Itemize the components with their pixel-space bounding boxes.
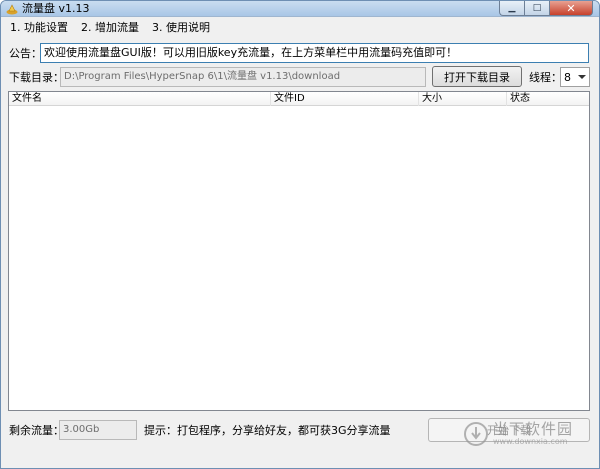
threads-select[interactable]: 8 bbox=[560, 67, 590, 87]
window-title: 流量盘 v1.13 bbox=[22, 2, 90, 15]
remaining-traffic-label: 剩余流量： bbox=[9, 424, 64, 437]
menu-item-add-traffic[interactable]: 2. 增加流量 bbox=[80, 19, 140, 37]
start-download-button[interactable]: 开始下载 bbox=[428, 418, 590, 442]
file-list-header: 文件名 文件ID 大小 状态 bbox=[9, 92, 589, 106]
download-dir-row: 下载目录： bbox=[9, 67, 64, 87]
menu-item-help[interactable]: 3. 使用说明 bbox=[151, 19, 211, 37]
open-download-dir-button[interactable]: 打开下载目录 bbox=[432, 66, 522, 87]
close-button[interactable]: ✕ bbox=[549, 1, 593, 16]
notice-label: 公告： bbox=[9, 47, 42, 60]
app-window: 流量盘 v1.13 ▁ □ ✕ 1. 功能设置 2. 增加流量 3. 使用说明 … bbox=[0, 0, 600, 469]
file-list[interactable]: 文件名 文件ID 大小 状态 bbox=[8, 91, 590, 411]
close-icon: ✕ bbox=[566, 1, 576, 15]
hint-text: 提示：打包程序，分享给好友，都可获3G分享流量 bbox=[144, 424, 391, 437]
menu-bar: 1. 功能设置 2. 增加流量 3. 使用说明 bbox=[1, 18, 599, 38]
column-header-filename[interactable]: 文件名 bbox=[9, 92, 271, 106]
maximize-button[interactable]: □ bbox=[524, 1, 549, 16]
notice-field[interactable]: 欢迎使用流量盘GUI版！可以用旧版key充流量，在上方菜单栏中用流量码充值即可！ bbox=[40, 43, 589, 63]
minimize-button[interactable]: ▁ bbox=[499, 1, 524, 16]
menu-item-settings[interactable]: 1. 功能设置 bbox=[9, 19, 69, 37]
download-dir-label: 下载目录： bbox=[9, 71, 64, 84]
start-download-label: 开始下载 bbox=[487, 424, 531, 437]
threads-row: 线程： bbox=[529, 67, 562, 87]
threads-value: 8 bbox=[564, 70, 571, 84]
column-header-status[interactable]: 状态 bbox=[507, 92, 589, 106]
remaining-traffic-field: 3.00Gb bbox=[59, 420, 137, 440]
maximize-icon: □ bbox=[532, 2, 542, 13]
title-bar[interactable]: 流量盘 v1.13 ▁ □ ✕ bbox=[1, 1, 599, 17]
download-dir-field[interactable]: D:\Program Files\HyperSnap 6\1\流量盘 v1.13… bbox=[60, 67, 426, 87]
app-logo-icon bbox=[6, 4, 18, 15]
chevron-down-icon bbox=[578, 75, 586, 79]
remaining-traffic-row: 剩余流量： bbox=[9, 420, 64, 440]
notice-row: 公告： bbox=[9, 43, 42, 63]
minimize-icon: ▁ bbox=[508, 2, 516, 13]
hint-row: 提示：打包程序，分享给好友，都可获3G分享流量 bbox=[144, 420, 391, 440]
window-controls: ▁ □ ✕ bbox=[499, 1, 593, 17]
open-download-dir-label: 打开下载目录 bbox=[444, 70, 510, 84]
threads-label: 线程： bbox=[529, 71, 562, 84]
column-header-size[interactable]: 大小 bbox=[419, 92, 507, 106]
column-header-file-id[interactable]: 文件ID bbox=[271, 92, 419, 106]
